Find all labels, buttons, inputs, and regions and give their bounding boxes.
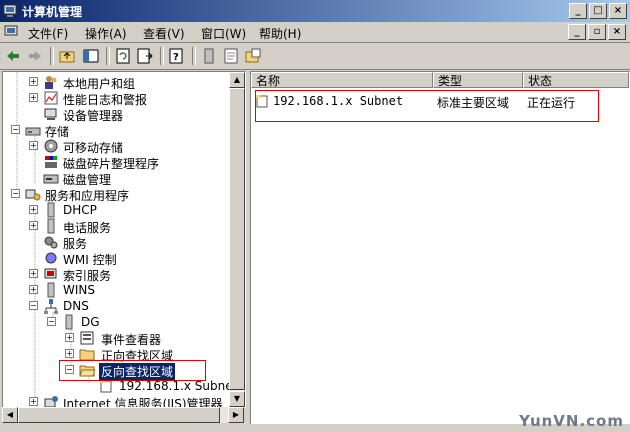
column-header-name[interactable]: 名称 [251, 72, 433, 88]
up-folder-icon[interactable] [58, 47, 76, 65]
watermark: YunVN.com [519, 412, 624, 430]
removable-storage-icon [44, 139, 58, 153]
forward-arrow-icon[interactable] [26, 47, 44, 65]
menu-bar: 文件(F) 操作(A) 查看(V) 窗口(W) 帮助(H) _ ▫ × [0, 22, 630, 43]
server-icon [65, 314, 73, 330]
svg-text:?: ? [173, 52, 179, 63]
computer-management-icon [3, 4, 17, 17]
tree-item-label: DNS [63, 299, 89, 313]
iis-icon [44, 396, 58, 407]
back-arrow-icon[interactable] [4, 47, 22, 65]
column-header-type[interactable]: 类型 [433, 72, 523, 88]
wmi-icon [45, 252, 57, 264]
tree-item-label: DHCP [63, 203, 97, 217]
services-apps-icon [25, 189, 41, 201]
tree-item-services[interactable]: 服务 [3, 234, 229, 251]
tree-item-label: DG [81, 315, 100, 329]
tree-item-event-viewer[interactable]: + 事件查看器 [3, 330, 229, 347]
menu-file[interactable]: 文件(F) [28, 25, 68, 42]
tree-item-dns[interactable]: − DNS [3, 298, 229, 314]
scroll-thumb[interactable] [229, 88, 245, 390]
child-restore-button[interactable]: ▫ [588, 24, 606, 40]
telephony-icon [47, 218, 55, 234]
tree-item-local-users[interactable]: + 本地用户和组 [3, 74, 229, 91]
console-tree[interactable]: + 本地用户和组 + 性能日志和警报 设备管理器 − 存储 + 可移动存储 磁盘… [2, 71, 246, 408]
window-title: 计算机管理 [22, 5, 83, 19]
menu-action[interactable]: 操作(A) [85, 25, 127, 42]
child-close-button[interactable]: × [608, 24, 626, 40]
maximize-button[interactable]: □ [589, 3, 607, 19]
child-minimize-button[interactable]: _ [568, 24, 586, 40]
users-icon [45, 76, 57, 89]
server-icon [47, 282, 55, 298]
menu-help[interactable]: 帮助(H) [259, 25, 301, 42]
server-toolbar-icon[interactable] [200, 47, 218, 65]
close-button[interactable]: × [609, 3, 627, 19]
tree-item-iis[interactable]: + Internet 信息服务(IIS)管理器 [3, 394, 229, 407]
details-pane[interactable]: 名称 类型 状态 192.168.1.x Subnet 标准主要区域 正在运行 [250, 71, 630, 426]
tree-item-indexing[interactable]: + 索引服务 [3, 266, 229, 283]
tree-vertical-scrollbar[interactable]: ▲ ▼ [229, 72, 245, 407]
server-icon [47, 202, 55, 218]
properties-icon[interactable] [222, 47, 240, 65]
tree-item-performance-logs[interactable]: + 性能日志和警报 [3, 90, 229, 107]
menu-view[interactable]: 查看(V) [143, 25, 185, 42]
highlight-box [59, 360, 206, 381]
tree-item-wmi[interactable]: WMI 控制 [3, 250, 229, 267]
performance-icon [44, 91, 58, 105]
tree-item-dhcp[interactable]: + DHCP [3, 202, 229, 218]
tree-item-label: WINS [63, 283, 95, 297]
scroll-up-button[interactable]: ▲ [229, 72, 245, 88]
tree-item-dg[interactable]: − DG [3, 314, 229, 330]
new-zone-icon[interactable] [244, 47, 262, 65]
export-list-icon[interactable] [136, 47, 154, 65]
minimize-button[interactable]: _ [569, 3, 587, 19]
tree-horizontal-scrollbar[interactable]: ◀ ▶ [2, 407, 244, 423]
show-hide-tree-icon[interactable] [82, 47, 100, 65]
scroll-left-button[interactable]: ◀ [2, 407, 18, 423]
refresh-icon[interactable] [114, 47, 132, 65]
scroll-thumb-horizontal[interactable] [18, 407, 220, 423]
event-viewer-icon [80, 331, 94, 345]
dns-icon [44, 299, 58, 314]
title-bar: 计算机管理 _ □ × [0, 0, 630, 22]
toolbar: ? [0, 43, 630, 70]
menu-window[interactable]: 窗口(W) [201, 25, 246, 42]
tree-item-device-manager[interactable]: 设备管理器 [3, 106, 229, 123]
mmc-icon [4, 25, 18, 36]
storage-icon [25, 127, 41, 136]
tree-item-defrag[interactable]: 磁盘碎片整理程序 [3, 154, 229, 171]
tree-item-telephony[interactable]: + 电话服务 [3, 218, 229, 235]
column-header-status[interactable]: 状态 [523, 72, 629, 88]
tree-item-wins[interactable]: + WINS [3, 282, 229, 298]
tree-item-label: 192.168.1.x Subnet [119, 379, 238, 393]
gears-icon [44, 236, 58, 249]
tree-item-removable-storage[interactable]: + 可移动存储 [3, 138, 229, 155]
indexing-icon [44, 268, 57, 279]
tree-item-disk-management[interactable]: 磁盘管理 [3, 170, 229, 187]
tree-item-services-apps[interactable]: − 服务和应用程序 [3, 186, 229, 203]
help-icon[interactable]: ? [168, 47, 186, 65]
disk-management-icon [43, 174, 59, 184]
tree-item-storage[interactable]: − 存储 [3, 122, 229, 139]
highlight-box-list [255, 90, 599, 122]
scroll-down-button[interactable]: ▼ [229, 391, 245, 407]
defrag-icon [45, 156, 57, 168]
scroll-right-button[interactable]: ▶ [228, 407, 244, 423]
device-manager-icon [44, 108, 57, 120]
